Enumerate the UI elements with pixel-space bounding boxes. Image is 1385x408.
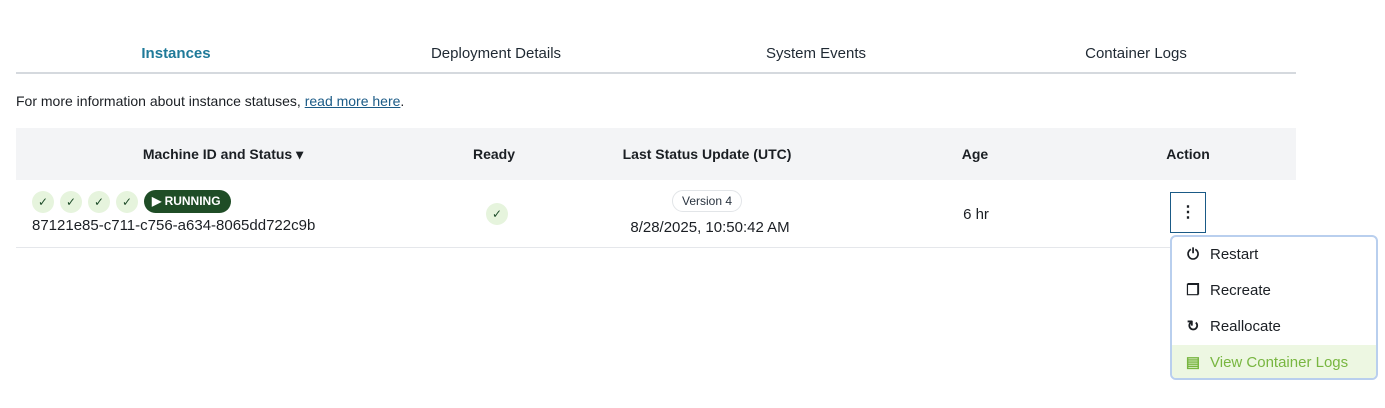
check-icon: ✓ xyxy=(88,190,110,213)
menu-item-recreate[interactable]: ❐ Recreate xyxy=(1172,273,1376,309)
table-row: ✓ ✓ ✓ ✓ ▶ RUNNING 87121e85-c711-c756-a634-80… xyxy=(16,180,1296,248)
tab-system-events[interactable]: System Events xyxy=(656,36,976,72)
version-badge: Version 4 xyxy=(671,190,743,212)
table-header: Machine ID and Status ▾ Ready Last Statu… xyxy=(16,128,1296,180)
status-indicators: ✓ ✓ ✓ ✓ ▶ RUNNING xyxy=(32,190,231,213)
menu-label: Recreate xyxy=(1210,282,1271,299)
header-last-update: Last Status Update (UTC) xyxy=(622,146,792,162)
header-age: Age xyxy=(961,146,989,162)
tab-deployment-details[interactable]: Deployment Details xyxy=(336,36,656,72)
status-badge: ▶ RUNNING xyxy=(144,190,231,213)
info-end: . xyxy=(400,93,405,109)
tab-bar: Instances Deployment Details System Even… xyxy=(16,36,1296,74)
header-action: Action xyxy=(1166,146,1210,162)
menu-label: View Container Logs xyxy=(1210,354,1349,371)
last-update-time: 8/28/2025, 10:50:42 AM xyxy=(630,219,790,236)
menu-item-restart[interactable]: ⏻ Restart xyxy=(1172,237,1376,273)
menu-item-view-container-logs[interactable]: ▤ View Container Logs xyxy=(1172,345,1376,378)
read-more-link[interactable]: read more here xyxy=(305,93,401,109)
machine-id: 87121e85-c711-c756-a634-8065dd722c9b xyxy=(32,217,316,234)
header-machine-id-sortable[interactable]: Machine ID and Status ▾ xyxy=(143,146,303,163)
menu-item-reallocate[interactable]: ↻ Reallocate xyxy=(1172,309,1376,345)
tab-instances[interactable]: Instances xyxy=(16,36,336,72)
info-text: For more information about instance stat… xyxy=(16,93,404,109)
status-text: RUNNING xyxy=(164,194,221,208)
menu-label: Restart xyxy=(1210,246,1259,263)
info-label: For more information about instance stat… xyxy=(16,93,305,109)
action-menu: ⏻ Restart ❐ Recreate ↻ Reallocate ▤ View Con… xyxy=(1170,235,1378,380)
file-icon: ▤ xyxy=(1185,354,1201,371)
check-icon: ✓ xyxy=(60,190,82,213)
ready-check-icon: ✓ xyxy=(486,203,508,225)
header-ready: Ready xyxy=(472,146,516,162)
refresh-icon: ↻ xyxy=(1186,318,1200,335)
power-icon: ⏻ xyxy=(1187,246,1199,263)
tab-container-logs[interactable]: Container Logs xyxy=(976,36,1296,72)
check-icon: ✓ xyxy=(32,190,54,213)
check-icon: ✓ xyxy=(116,190,138,213)
play-icon: ▶ xyxy=(152,194,165,208)
more-actions-button[interactable]: ⋮ xyxy=(1170,192,1206,233)
menu-label: Reallocate xyxy=(1210,318,1281,335)
copy-icon: ❐ xyxy=(1186,282,1200,299)
age: 6 hr xyxy=(963,206,989,223)
